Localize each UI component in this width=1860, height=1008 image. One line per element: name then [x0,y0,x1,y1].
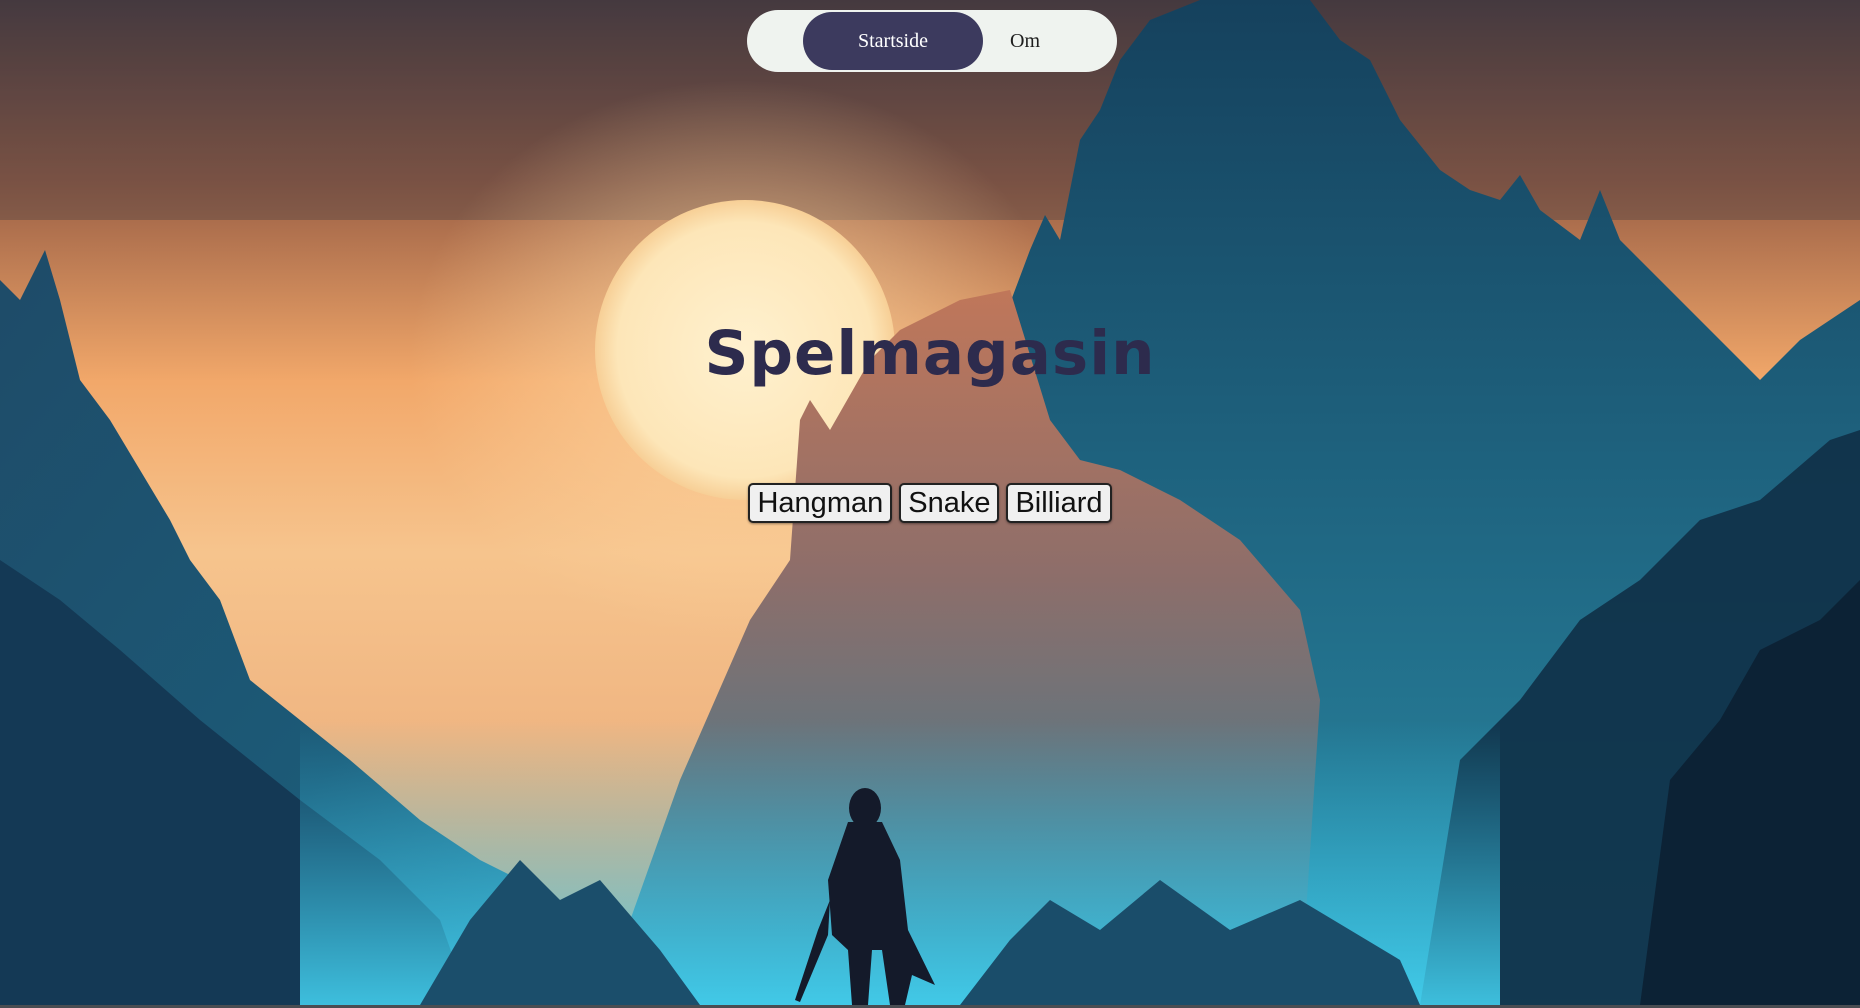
billiard-button[interactable]: Billiard [1006,483,1112,523]
nav-link-startside[interactable]: Startside [803,12,983,70]
snake-button[interactable]: Snake [899,483,1000,523]
hangman-button[interactable]: Hangman [748,483,893,523]
game-button-group: Hangman Snake Billiard [0,483,1860,523]
top-navigation: Startside Om [747,10,1117,72]
nav-link-om[interactable]: Om [983,12,1067,70]
page-title: Spelmagasin [704,318,1156,389]
